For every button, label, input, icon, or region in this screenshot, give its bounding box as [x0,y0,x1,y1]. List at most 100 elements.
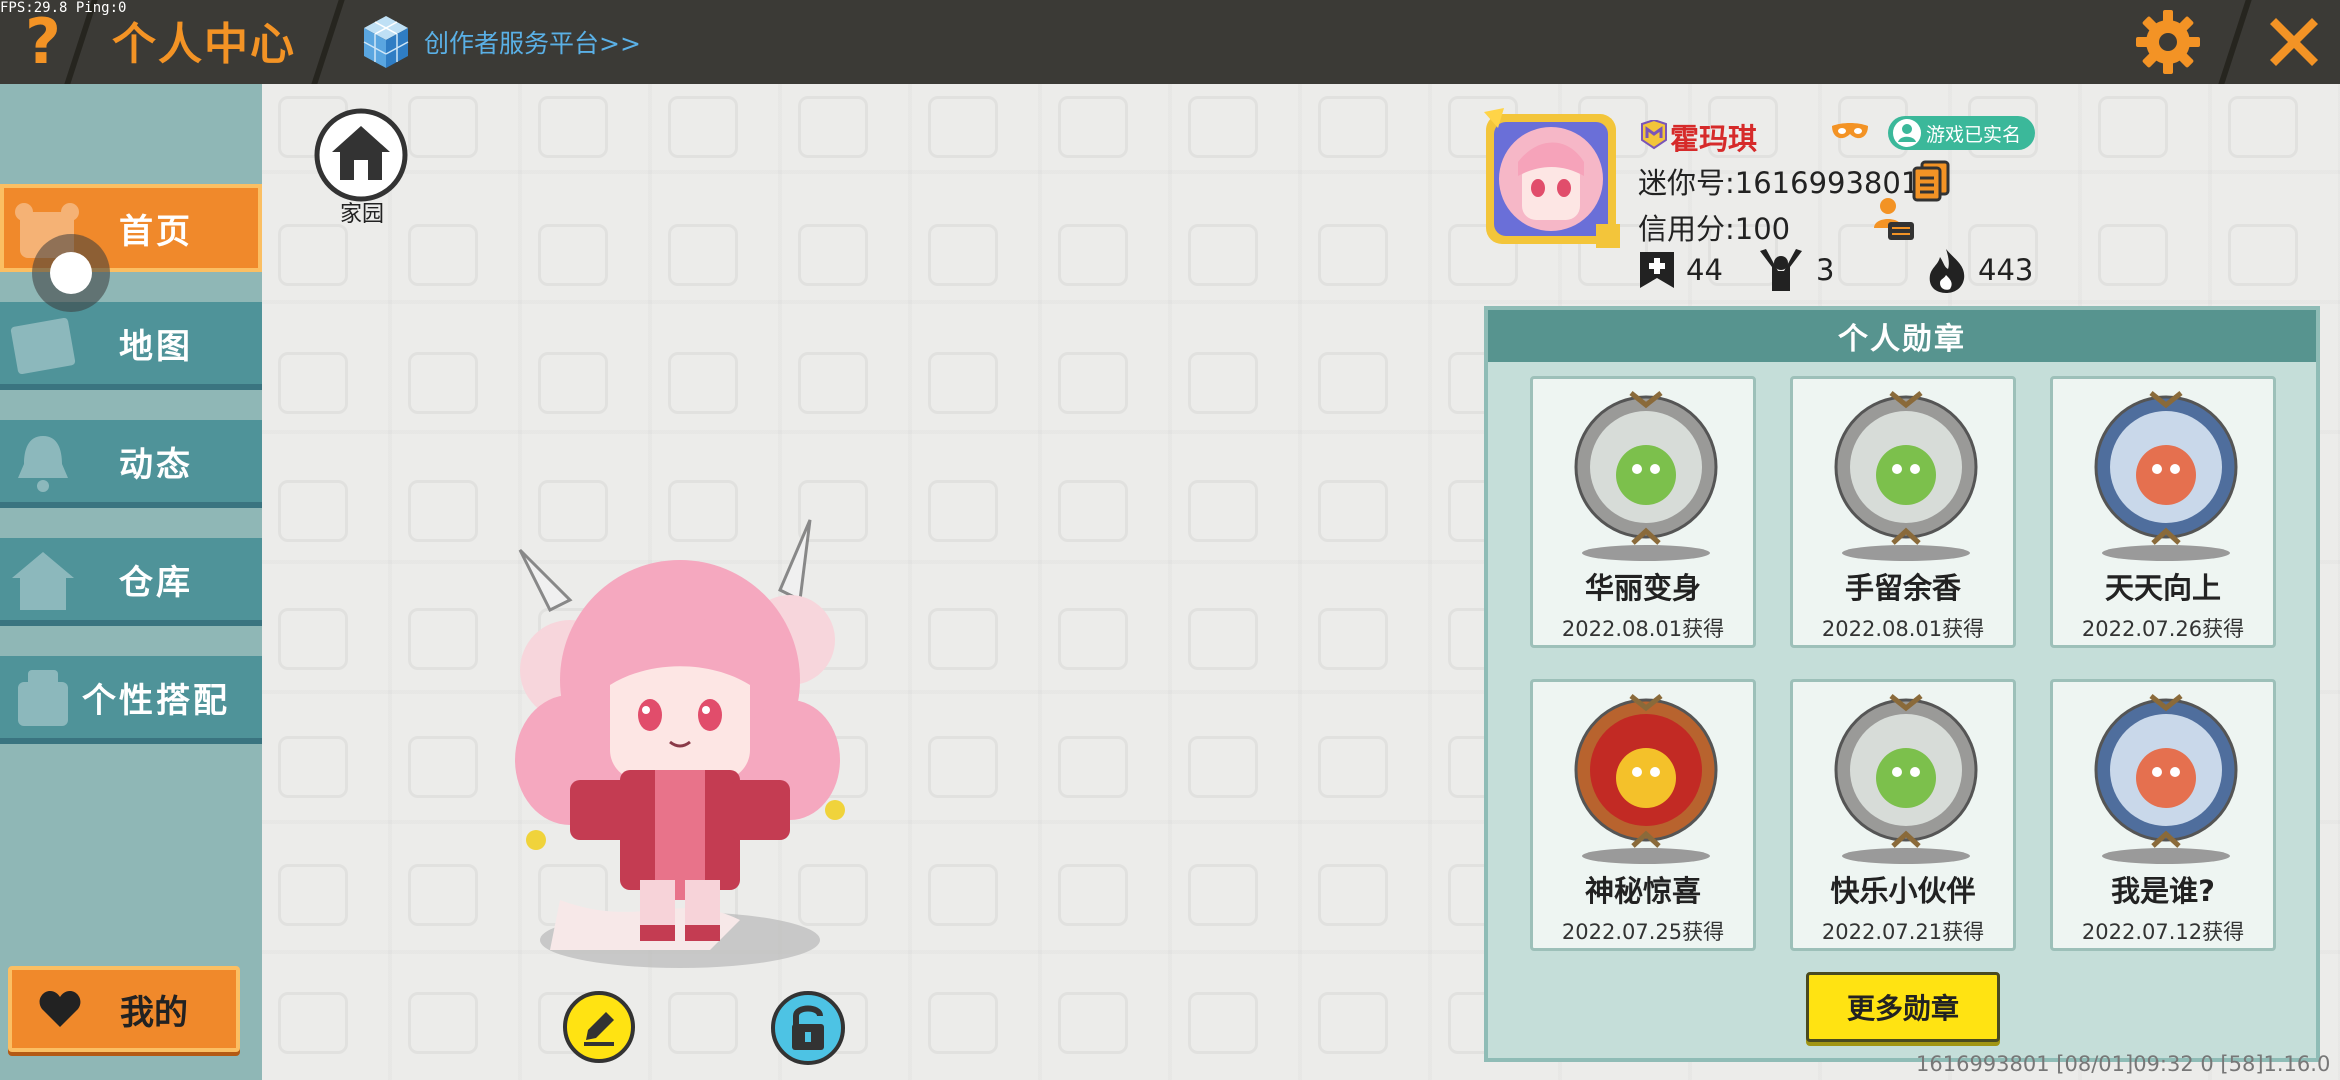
pattern-tile [1188,864,1258,926]
mine-button[interactable]: 我的 [8,966,240,1052]
pattern-tile [1318,736,1388,798]
medal-name: 我是谁? [2111,874,2215,908]
gear-icon[interactable] [2134,8,2202,76]
medal-card[interactable]: 快乐小伙伴 2022.07.21获得 [1790,679,2016,951]
home-icon[interactable] [314,108,408,202]
medal-card[interactable]: 神秘惊喜 2022.07.25获得 [1530,679,1756,951]
pattern-tile [1318,864,1388,926]
medal-name: 天天向上 [2104,571,2221,605]
pattern-tile [928,480,998,542]
medals-title: 个人勋章 [1488,310,2316,362]
pattern-tile [798,96,868,158]
flame-icon [1929,249,1965,293]
sidebar-item-label: 个性搭配 [82,680,230,721]
outfit-icon [18,670,68,726]
pattern-tile [1058,224,1128,286]
pattern-tile [1188,224,1258,286]
sidebar-item-feed[interactable]: 动态 [0,420,262,508]
divider [311,0,345,84]
pattern-tile [408,96,478,158]
realname-badge: 游戏已实名 [1888,116,2036,150]
close-icon[interactable] [2262,10,2326,74]
avatar[interactable] [1478,106,1624,252]
medal-date: 2022.08.01获得 [1821,617,1985,641]
pattern-tile [278,608,348,670]
creator-platform-link[interactable]: 创作者服务平台>> [360,12,641,72]
card-medal-icon [2094,694,2238,864]
medal-card[interactable]: 天天向上 2022.07.26获得 [2050,376,2276,648]
player-character[interactable] [480,510,880,980]
sidebar-item-outfit[interactable]: 个性搭配 [0,656,262,744]
edit-icon[interactable] [562,990,636,1064]
map-icon [10,317,76,375]
pattern-tile [538,224,608,286]
pattern-tile [798,352,868,414]
pattern-tile [408,736,478,798]
mask-icon[interactable] [1830,122,1870,144]
pattern-tile [668,224,738,286]
likes-stat: 44 [1638,246,1723,294]
friends-medal-icon [1834,694,1978,864]
pattern-tile [538,96,608,158]
heart-icon [39,991,81,1027]
pattern-tile [1318,992,1388,1054]
pattern-tile [408,608,478,670]
pattern-tile [1188,480,1258,542]
pattern-tile [538,352,608,414]
more-medals-button[interactable]: 更多勋章 [1806,972,2000,1042]
calendar-medal-icon [2094,391,2238,561]
pattern-tile [1188,352,1258,414]
pattern-tile [1058,352,1128,414]
medal-card[interactable]: 我是谁? 2022.07.12获得 [2050,679,2276,951]
pattern-tile [668,96,738,158]
pattern-tile [278,992,348,1054]
top-bar: ? 个人中心 创作者服务平台>> [0,0,2340,84]
medal-date: 2022.08.01获得 [1561,617,1725,641]
pattern-tile [278,224,348,286]
copy-icon[interactable] [1912,160,1950,202]
virtual-joystick[interactable] [32,234,110,312]
medal-name: 神秘惊喜 [1584,874,1701,908]
sprout-medal-icon [1834,391,1978,561]
medal-card[interactable]: 手留余香 2022.08.01获得 [1790,376,2016,648]
person-icon [1893,119,1921,147]
pattern-tile [1058,992,1128,1054]
divider [2218,0,2252,84]
realname-badge-label: 游戏已实名 [1926,123,2022,146]
sidebar-item-warehouse[interactable]: 仓库 [0,538,262,626]
lock-icon[interactable] [770,990,846,1066]
friends-icon[interactable] [1870,196,1916,242]
pattern-tile [408,352,478,414]
pattern-tile [1318,608,1388,670]
page-title: 个人中心 [112,19,296,70]
pattern-tile [668,352,738,414]
likes-count: 44 [1686,253,1723,287]
mine-button-label: 我的 [120,992,188,1033]
popularity-stat: 443 [1926,246,2033,294]
question-mark-icon[interactable]: ? [14,10,72,74]
medal-name: 快乐小伙伴 [1830,874,1976,908]
pattern-tile [1188,736,1258,798]
gift-medal-icon [1574,694,1718,864]
credit-score: 信用分:100 [1638,212,1791,246]
pattern-tile [798,224,868,286]
bell-icon [18,436,68,492]
sidebar-item-label: 地图 [119,326,193,367]
dinosaur-medal-icon [1574,391,1718,561]
pattern-tile [408,992,478,1054]
pattern-tile [2098,96,2168,158]
pattern-tile [278,480,348,542]
cheer-person-icon [1760,249,1802,291]
popularity-count: 443 [1978,253,2034,287]
pattern-tile [928,608,998,670]
pattern-tile [668,992,738,1054]
medal-card[interactable]: 华丽变身 2022.08.01获得 [1530,376,1756,648]
sidebar-item-map[interactable]: 地图 [0,302,262,390]
fans-stat: 3 [1756,246,1834,294]
pattern-tile [1318,96,1388,158]
pattern-tile [1058,96,1128,158]
pattern-tile [928,96,998,158]
pattern-tile [928,352,998,414]
pattern-tile [408,480,478,542]
pattern-tile [408,224,478,286]
